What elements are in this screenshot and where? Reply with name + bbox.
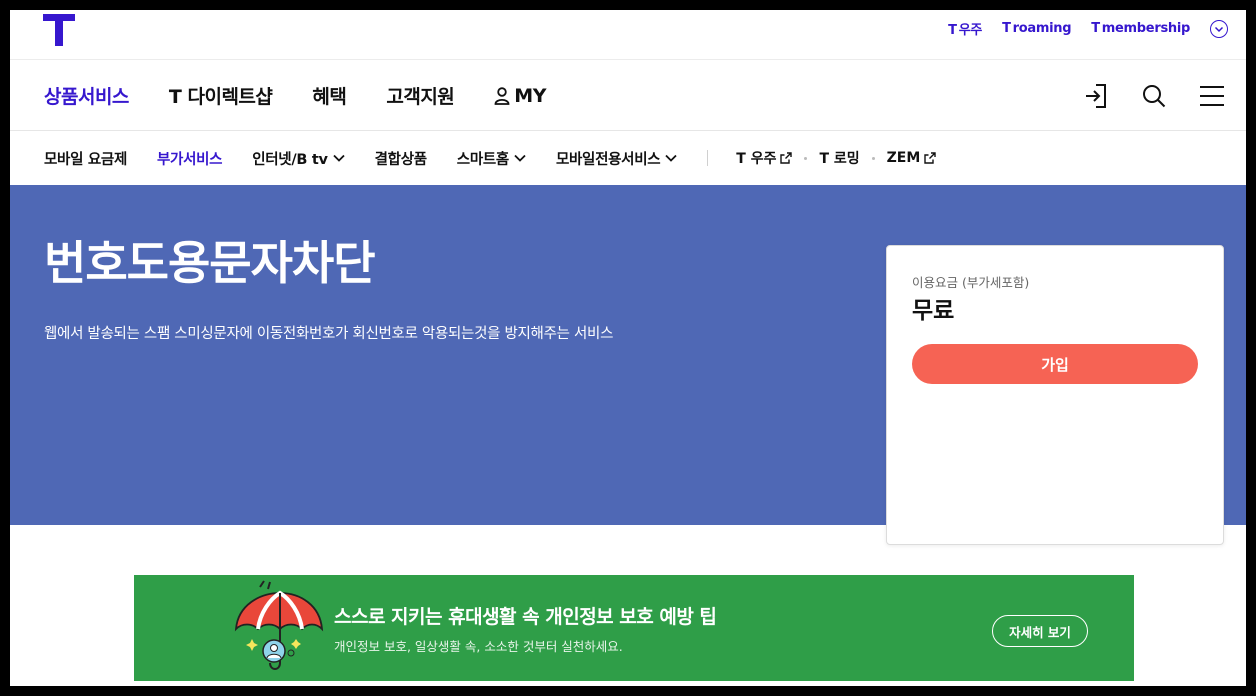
util-link-t-universe[interactable]: T 우주 — [948, 19, 982, 38]
gnb-item-my[interactable]: MY — [494, 85, 546, 107]
page-title: 번호도용문자차단 — [44, 236, 376, 290]
main-navigation: 상품서비스 T 다이렉트샵 혜택 고객지원 MY — [10, 60, 1246, 131]
subnav-dot — [871, 156, 875, 160]
top-utility-bar: T 우주 Troaming Tmembership — [10, 10, 1246, 60]
page-frame: T 우주 Troaming Tmembership 상품서비스 T 다이렉트샵 혜… — [10, 10, 1246, 686]
subnav-item-internet-btv[interactable]: 인터넷/B tv — [252, 148, 345, 169]
utility-links: T 우주 Troaming Tmembership — [948, 19, 1228, 38]
sub-menu: 모바일 요금제 부가서비스 인터넷/B tv 결합상품 스마트홈 모바일전용서비… — [44, 131, 937, 185]
chevron-down-icon[interactable] — [1210, 19, 1228, 38]
detail-view-button[interactable]: 자세히 보기 — [992, 615, 1088, 647]
subnav-item-mobile-plan[interactable]: 모바일 요금제 — [44, 148, 127, 169]
external-link-icon — [780, 152, 793, 164]
page-description: 웹에서 발송되는 스팸 스미싱문자에 이동전화번호가 회신번호로 악용되는것을 … — [44, 326, 614, 342]
sub-navigation: 모바일 요금제 부가서비스 인터넷/B tv 결합상품 스마트홈 모바일전용서비… — [10, 131, 1246, 185]
person-icon — [494, 86, 510, 105]
subnav-item-mobile-only[interactable]: 모바일전용서비스 — [556, 148, 677, 169]
price-value: 무료 — [912, 298, 955, 324]
subnav-item-smarthome[interactable]: 스마트홈 — [457, 148, 526, 169]
gnb-item-direct-shop[interactable]: T 다이렉트샵 — [169, 82, 273, 109]
gnb-icons — [1082, 82, 1226, 110]
umbrella-icon — [234, 580, 324, 670]
gnb-item-benefits[interactable]: 혜택 — [312, 82, 346, 109]
t-logo[interactable] — [43, 14, 75, 46]
subnav-item-addon-service[interactable]: 부가서비스 — [157, 148, 223, 169]
subnav-ext-zem[interactable]: ZEM — [887, 150, 937, 166]
join-button[interactable]: 가입 — [912, 344, 1198, 384]
gnb-item-support[interactable]: 고객지원 — [386, 82, 454, 109]
gnb-item-products[interactable]: 상품서비스 — [44, 82, 129, 109]
privacy-tip-banner[interactable]: 스스로 지키는 휴대생활 속 개인정보 보호 예방 팁 개인정보 보호, 일상생… — [134, 575, 1134, 681]
chevron-down-icon — [514, 154, 526, 162]
logo-stem — [55, 14, 63, 46]
subnav-ext-t-roaming[interactable]: T 로밍 — [819, 148, 859, 168]
menu-icon[interactable] — [1198, 82, 1226, 110]
util-link-t-membership[interactable]: Tmembership — [1091, 21, 1190, 36]
util-link-t-roaming[interactable]: Troaming — [1002, 21, 1071, 36]
price-card: 이용요금 (부가세포함) 무료 가입 — [886, 245, 1224, 545]
chevron-down-icon — [332, 154, 345, 162]
gnb-menu: 상품서비스 T 다이렉트샵 혜택 고객지원 MY — [44, 60, 546, 131]
banner-subtitle: 개인정보 보호, 일상생활 속, 소소한 것부터 실천하세요. — [334, 639, 623, 654]
subnav-item-bundle[interactable]: 결합상품 — [375, 148, 427, 169]
search-icon[interactable] — [1140, 82, 1168, 110]
login-icon[interactable] — [1082, 82, 1110, 110]
subnav-dot — [804, 156, 808, 160]
subnav-ext-t-universe[interactable]: T 우주 — [736, 148, 793, 168]
banner-title: 스스로 지키는 휴대생활 속 개인정보 보호 예방 팁 — [334, 606, 717, 628]
price-label: 이용요금 (부가세포함) — [912, 275, 1030, 290]
subnav-divider — [707, 150, 709, 166]
external-link-icon — [924, 152, 937, 164]
chevron-down-icon — [665, 154, 677, 162]
